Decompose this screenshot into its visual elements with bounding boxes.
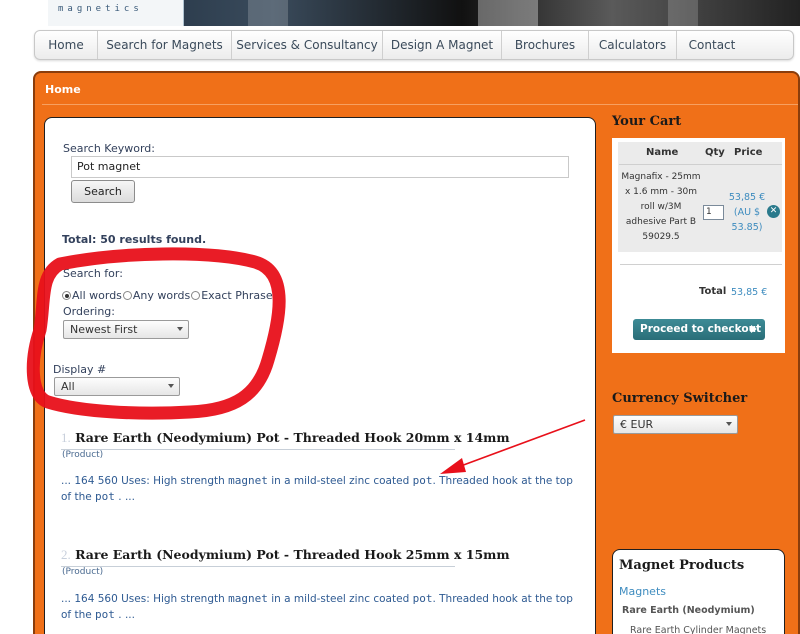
radio-exact-phrase[interactable]	[191, 291, 201, 300]
total-results: Total: 50 results found.	[62, 233, 207, 246]
ordering-value: Newest First	[70, 323, 138, 336]
search-keyword-label: Search Keyword:	[63, 142, 155, 155]
ordering-label: Ordering:	[63, 305, 115, 318]
cart-item-price: 53,85 € (AU $ 53.85)	[727, 190, 767, 235]
cart-total-label: Total	[699, 286, 727, 297]
snippet-text: in a mild-steel zinc coated	[271, 593, 410, 605]
result-title-text: Rare Earth (Neodymium) Pot - Threaded Ho…	[75, 547, 510, 562]
nav-item-search-for-magnets[interactable]: Search for Magnets	[98, 31, 232, 59]
cart-item-name-line: roll w/3M	[640, 202, 682, 212]
search-keyword-input[interactable]: Pot magnet	[71, 156, 569, 178]
site-logo[interactable]: magnetics	[48, 0, 184, 26]
products-link-magnets[interactable]: Magnets	[619, 585, 666, 598]
snippet-text: . Threaded hook at the top	[432, 475, 573, 487]
cart-price-line: 53,85 €	[728, 192, 766, 203]
snippet-text: . ...	[118, 491, 135, 503]
cart-item-name[interactable]: Magnafix - 25mm x 1.6 mm - 30m roll w/3M…	[619, 170, 703, 245]
cart-item-name-line: x 1.6 mm - 30m	[624, 187, 698, 197]
snippet-text: of the	[61, 491, 92, 503]
display-count-value: All	[61, 380, 75, 393]
play-arrow-icon	[751, 325, 757, 333]
display-count-label: Display #	[53, 363, 107, 376]
cart-col-qty: Qty	[705, 147, 725, 158]
result-2-underline	[61, 566, 455, 567]
radio-any-words-label: Any words	[132, 289, 191, 302]
remove-item-icon[interactable]: ✕	[767, 205, 780, 218]
cart-divider	[620, 264, 782, 265]
nav-item-calculators[interactable]: Calculators	[589, 31, 677, 59]
nav-item-contact[interactable]: Contact	[677, 31, 747, 59]
checkout-button[interactable]: Proceed to checkout	[633, 319, 765, 340]
snippet-text: . Threaded hook at the top	[432, 593, 573, 605]
cart-header-divider	[619, 164, 782, 165]
nav-item-home[interactable]: Home	[35, 31, 98, 59]
chevron-down-icon	[168, 384, 174, 388]
snippet-text: ... 164 560 Uses: High strength	[61, 475, 225, 487]
cart-col-price: Price	[734, 147, 763, 158]
cart-item-name-line: 59029.5	[642, 232, 680, 242]
main-nav: Home Search for Magnets Services & Consu…	[34, 30, 794, 60]
snippet-text: ... 164 560 Uses: High strength	[61, 593, 225, 605]
chevron-down-icon	[177, 327, 183, 331]
result-2-snippet: ... 164 560 Uses: High strength magnet i…	[61, 591, 581, 623]
result-1-type: (Product)	[62, 450, 104, 460]
result-number: 1.	[61, 430, 71, 445]
snippet-highlight: magnet	[228, 592, 268, 605]
cart-qty-input[interactable]: 1	[703, 205, 724, 220]
currency-value: € EUR	[620, 418, 654, 431]
result-1-snippet: ... 164 560 Uses: High strength magnet i…	[61, 473, 581, 505]
cart-item-name-line: Magnafix - 25mm	[621, 172, 701, 182]
header-banner: magnetics	[48, 0, 800, 26]
result-1-underline	[61, 449, 455, 450]
radio-any-words[interactable]	[122, 291, 132, 300]
snippet-highlight: pot	[95, 490, 115, 503]
logo-text: magnetics	[58, 4, 143, 14]
breadcrumb[interactable]: Home	[45, 83, 81, 96]
nav-item-services[interactable]: Services & Consultancy	[232, 31, 383, 59]
snippet-text: in a mild-steel zinc coated	[271, 475, 410, 487]
chevron-down-icon	[726, 422, 732, 426]
breadcrumb-divider	[42, 104, 798, 105]
cart-item-name-line: adhesive Part B	[625, 217, 697, 227]
nav-item-brochures[interactable]: Brochures	[502, 31, 589, 59]
cart-col-name: Name	[646, 147, 679, 158]
radio-all-words-label: All words	[72, 289, 122, 302]
products-link-rare-earth[interactable]: Rare Earth (Neodymium)	[622, 605, 755, 616]
display-count-select[interactable]: All	[54, 377, 180, 396]
cart-price-line: (AU $	[733, 207, 761, 218]
cart-title: Your Cart	[612, 114, 682, 129]
snippet-highlight: pot	[412, 592, 433, 605]
snippet-highlight: pot	[412, 474, 433, 487]
products-link-cylinder[interactable]: Rare Earth Cylinder Magnets	[630, 625, 766, 634]
currency-select[interactable]: € EUR	[613, 415, 738, 434]
snippet-highlight: magnet	[228, 474, 268, 487]
snippet-highlight: pot	[95, 608, 115, 621]
search-mode-options: All words Any words Exact Phrase	[62, 289, 273, 302]
snippet-text: of the	[61, 609, 92, 621]
products-title: Magnet Products	[619, 558, 745, 573]
checkout-label: Proceed to checkout	[640, 323, 762, 335]
ordering-select[interactable]: Newest First	[63, 320, 189, 339]
nav-item-design-a-magnet[interactable]: Design A Magnet	[383, 31, 502, 59]
snippet-text: . ...	[118, 609, 135, 621]
result-2-type: (Product)	[62, 567, 104, 577]
cart-price-line: 53.85)	[731, 222, 763, 233]
search-for-label: Search for:	[63, 267, 123, 280]
result-number: 2.	[61, 547, 71, 562]
search-button[interactable]: Search	[71, 180, 135, 203]
result-1-title[interactable]: 1. Rare Earth (Neodymium) Pot - Threaded…	[61, 430, 510, 446]
radio-exact-phrase-label: Exact Phrase	[201, 289, 273, 302]
cart-total-value: 53,85 €	[731, 287, 768, 298]
currency-title: Currency Switcher	[612, 391, 748, 406]
radio-all-words[interactable]	[62, 291, 71, 300]
result-2-title[interactable]: 2. Rare Earth (Neodymium) Pot - Threaded…	[61, 547, 510, 563]
result-title-text: Rare Earth (Neodymium) Pot - Threaded Ho…	[75, 430, 510, 445]
